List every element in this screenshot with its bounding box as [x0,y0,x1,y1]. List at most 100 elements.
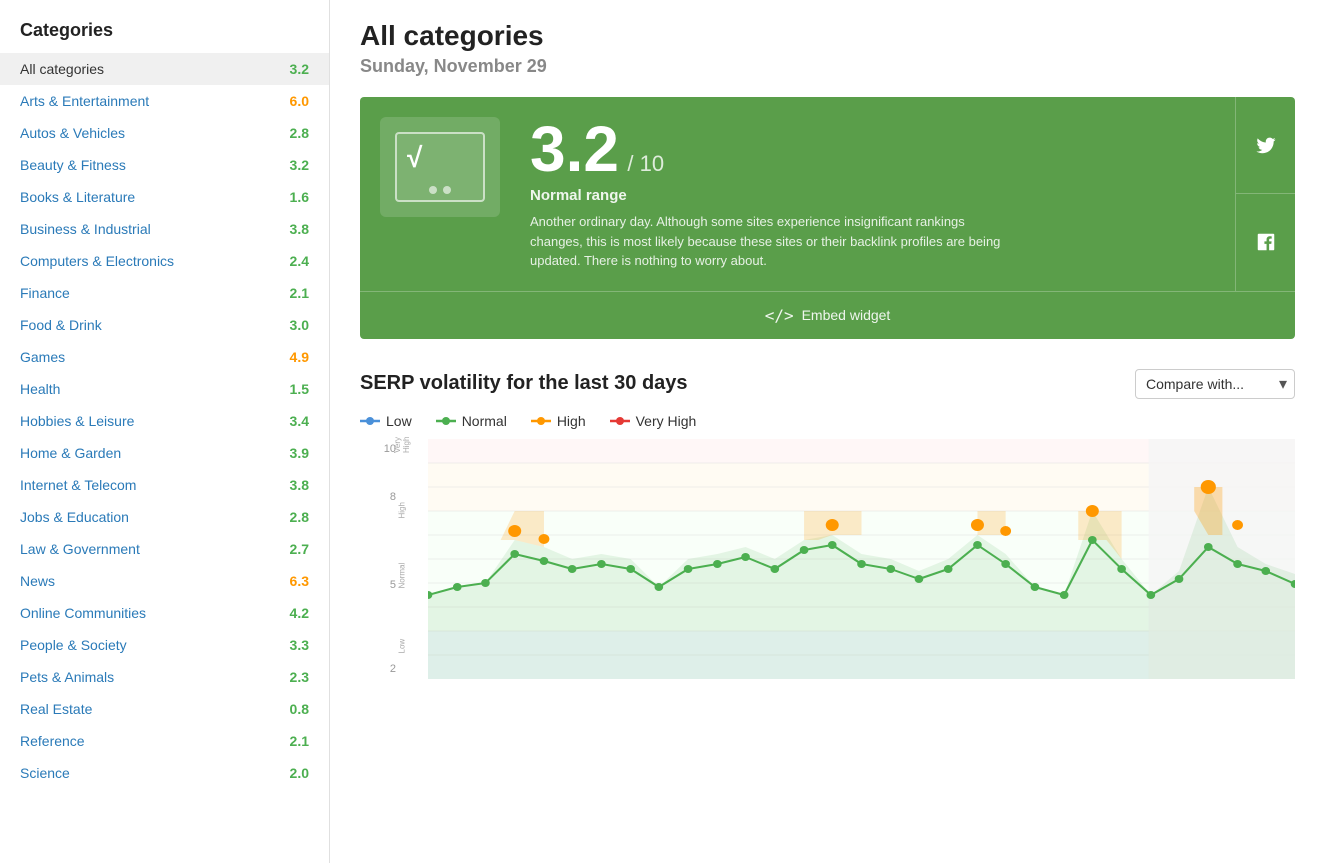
page-title: All categories [360,20,1295,52]
sidebar-item-pets---animals[interactable]: Pets & Animals 2.3 [0,661,329,693]
sidebar-item-label: Health [20,381,60,397]
legend-high-label: High [557,413,586,429]
sidebar-item-label: Science [20,765,70,781]
sidebar-item-label: Beauty & Fitness [20,157,126,173]
sidebar-item-law---government[interactable]: Law & Government 2.7 [0,533,329,565]
sidebar-item-reference[interactable]: Reference 2.1 [0,725,329,757]
sidebar-item-label: All categories [20,61,104,77]
legend-low-label: Low [386,413,412,429]
sidebar-item-finance[interactable]: Finance 2.1 [0,277,329,309]
sidebar-item-business---industrial[interactable]: Business & Industrial 3.8 [0,213,329,245]
sidebar-item-label: Computers & Electronics [20,253,174,269]
band-low: Low [398,638,407,653]
sidebar-item-score: 3.2 [290,61,309,77]
sidebar-item-label: Internet & Telecom [20,477,136,493]
y-label-8: 8 [360,491,396,503]
score-value-box: 3.2 / 10 Normal range Another ordinary d… [520,97,1235,291]
sidebar-item-games[interactable]: Games 4.9 [0,341,329,373]
sidebar-item-real-estate[interactable]: Real Estate 0.8 [0,693,329,725]
sidebar-item-science[interactable]: Science 2.0 [0,757,329,789]
sidebar-item-score: 2.4 [290,253,309,269]
sidebar-item-score: 3.4 [290,413,309,429]
chart-svg-container [428,439,1295,679]
sidebar-item-label: Food & Drink [20,317,102,333]
sidebar-item-score: 3.2 [290,157,309,173]
chart-header: SERP volatility for the last 30 days Com… [360,369,1295,399]
sidebar-item-score: 2.8 [290,509,309,525]
chart-area: 10 8 5 2 VeryHigh High Normal Low [360,439,1295,679]
legend-very-high-label: Very High [636,413,697,429]
sidebar-item-score: 2.0 [290,765,309,781]
sidebar-title: Categories [0,20,329,53]
twitter-button[interactable] [1236,97,1295,194]
sidebar-item-home---garden[interactable]: Home & Garden 3.9 [0,437,329,469]
embed-widget-button[interactable]: </> Embed widget [360,291,1295,339]
score-social-buttons [1235,97,1295,291]
sidebar-item-label: Autos & Vehicles [20,125,125,141]
score-description: Another ordinary day. Although some site… [530,212,1010,271]
chart-svg [428,439,1295,679]
sidebar-item-score: 6.0 [290,93,309,109]
sidebar-item-internet---telecom[interactable]: Internet & Telecom 3.8 [0,469,329,501]
sidebar-item-food---drink[interactable]: Food & Drink 3.0 [0,309,329,341]
embed-icon: </> [765,306,794,325]
legend-normal-label: Normal [462,413,507,429]
sidebar-item-label: Business & Industrial [20,221,151,237]
y-label-2: 2 [360,663,396,675]
sidebar-item-arts---entertainment[interactable]: Arts & Entertainment 6.0 [0,85,329,117]
sidebar-item-score: 2.1 [290,733,309,749]
compare-select[interactable]: Compare with... [1135,369,1295,399]
sidebar-item-label: Finance [20,285,70,301]
sidebar-item-computers---electronics[interactable]: Computers & Electronics 2.4 [0,245,329,277]
chart-title: SERP volatility for the last 30 days [360,372,688,395]
sidebar-item-score: 4.9 [290,349,309,365]
sidebar-item-score: 3.8 [290,477,309,493]
sidebar-item-label: Books & Literature [20,189,135,205]
sidebar-item-score: 0.8 [290,701,309,717]
chart-legend: Low Normal High Very High [360,413,1295,429]
y-label-5: 5 [360,579,396,591]
legend-low: Low [360,413,412,429]
sidebar-item-all-categories[interactable]: All categories 3.2 [0,53,329,85]
sidebar-item-autos---vehicles[interactable]: Autos & Vehicles 2.8 [0,117,329,149]
sidebar-item-score: 3.9 [290,445,309,461]
sidebar-item-beauty---fitness[interactable]: Beauty & Fitness 3.2 [0,149,329,181]
sidebar-item-label: Pets & Animals [20,669,114,685]
sidebar-item-label: Jobs & Education [20,509,129,525]
band-normal: Normal [398,562,407,588]
sidebar-item-score: 4.2 [290,605,309,621]
sidebar-item-label: Games [20,349,65,365]
main-content: All categories Sunday, November 29 3.2 /… [330,0,1325,863]
sidebar-item-score: 3.3 [290,637,309,653]
sidebar-item-score: 1.6 [290,189,309,205]
score-number: 3.2 [530,113,619,185]
sidebar-item-score: 1.5 [290,381,309,397]
sidebar-item-score: 6.3 [290,573,309,589]
sidebar-item-people---society[interactable]: People & Society 3.3 [0,629,329,661]
sidebar-item-hobbies---leisure[interactable]: Hobbies & Leisure 3.4 [0,405,329,437]
sidebar-item-health[interactable]: Health 1.5 [0,373,329,405]
score-denom: / 10 [627,151,664,176]
legend-normal: Normal [436,413,507,429]
sidebar-item-online-communities[interactable]: Online Communities 4.2 [0,597,329,629]
y-axis: 10 8 5 2 [360,439,400,679]
sidebar-item-jobs---education[interactable]: Jobs & Education 2.8 [0,501,329,533]
compare-select-wrapper[interactable]: Compare with... [1135,369,1295,399]
score-icon-box [380,117,500,217]
facebook-button[interactable] [1236,194,1295,290]
legend-high: High [531,413,586,429]
score-range: Normal range [530,187,1225,204]
sidebar-item-label: News [20,573,55,589]
band-very-high: VeryHigh [393,436,411,452]
sidebar-item-label: Online Communities [20,605,146,621]
legend-very-high: Very High [610,413,697,429]
sidebar-item-books---literature[interactable]: Books & Literature 1.6 [0,181,329,213]
band-high: High [398,502,407,518]
embed-label: Embed widget [802,307,891,323]
sidebar-item-score: 3.0 [290,317,309,333]
sidebar-item-score: 2.3 [290,669,309,685]
sidebar: Categories All categories 3.2 Arts & Ent… [0,0,330,863]
sidebar-item-score: 2.8 [290,125,309,141]
category-list: All categories 3.2 Arts & Entertainment … [0,53,329,789]
sidebar-item-news[interactable]: News 6.3 [0,565,329,597]
